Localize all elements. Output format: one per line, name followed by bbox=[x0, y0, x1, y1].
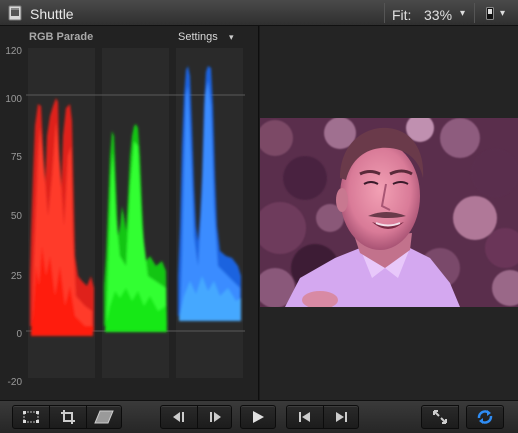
chevron-down-icon[interactable]: ▾ bbox=[460, 8, 465, 19]
waveform-graph bbox=[26, 48, 245, 378]
clapper-document-icon bbox=[8, 5, 22, 21]
next-frame-button[interactable] bbox=[197, 405, 232, 429]
transform-button[interactable] bbox=[12, 405, 50, 429]
title-bar: Shuttle Fit: 33% ▾ ▾ bbox=[0, 0, 518, 26]
go-to-start-icon bbox=[299, 412, 310, 422]
chevron-down-icon[interactable]: ▾ bbox=[500, 8, 505, 19]
rgb-parade-scope: RGB Parade Settings ▾ 120 100 75 50 25 0… bbox=[0, 26, 259, 400]
previous-frame-button[interactable] bbox=[160, 405, 198, 429]
distort-icon bbox=[94, 410, 114, 424]
go-to-start-button[interactable] bbox=[286, 405, 324, 429]
next-frame-icon bbox=[209, 412, 221, 422]
video-frame bbox=[260, 118, 518, 307]
zoom-level-dropdown[interactable]: 33% bbox=[424, 7, 452, 23]
previous-frame-icon bbox=[173, 412, 184, 422]
bottom-toolbar bbox=[0, 400, 518, 433]
go-to-end-icon bbox=[336, 412, 347, 422]
divider bbox=[384, 3, 385, 23]
fullscreen-button[interactable] bbox=[421, 405, 459, 429]
crop-button[interactable] bbox=[49, 405, 87, 429]
divider bbox=[474, 3, 475, 23]
switch-toggle-icon[interactable] bbox=[486, 7, 494, 20]
crop-icon bbox=[61, 410, 75, 424]
window-title: Shuttle bbox=[30, 6, 74, 22]
fit-label: Fit: bbox=[392, 7, 412, 23]
video-viewer bbox=[260, 26, 518, 400]
play-button[interactable] bbox=[240, 405, 276, 429]
loop-icon bbox=[477, 410, 493, 424]
go-to-end-button[interactable] bbox=[323, 405, 359, 429]
transform-icon bbox=[23, 411, 39, 423]
distort-button[interactable] bbox=[86, 405, 122, 429]
loop-button[interactable] bbox=[466, 405, 504, 429]
fullscreen-icon bbox=[433, 410, 447, 424]
play-icon bbox=[253, 411, 264, 423]
